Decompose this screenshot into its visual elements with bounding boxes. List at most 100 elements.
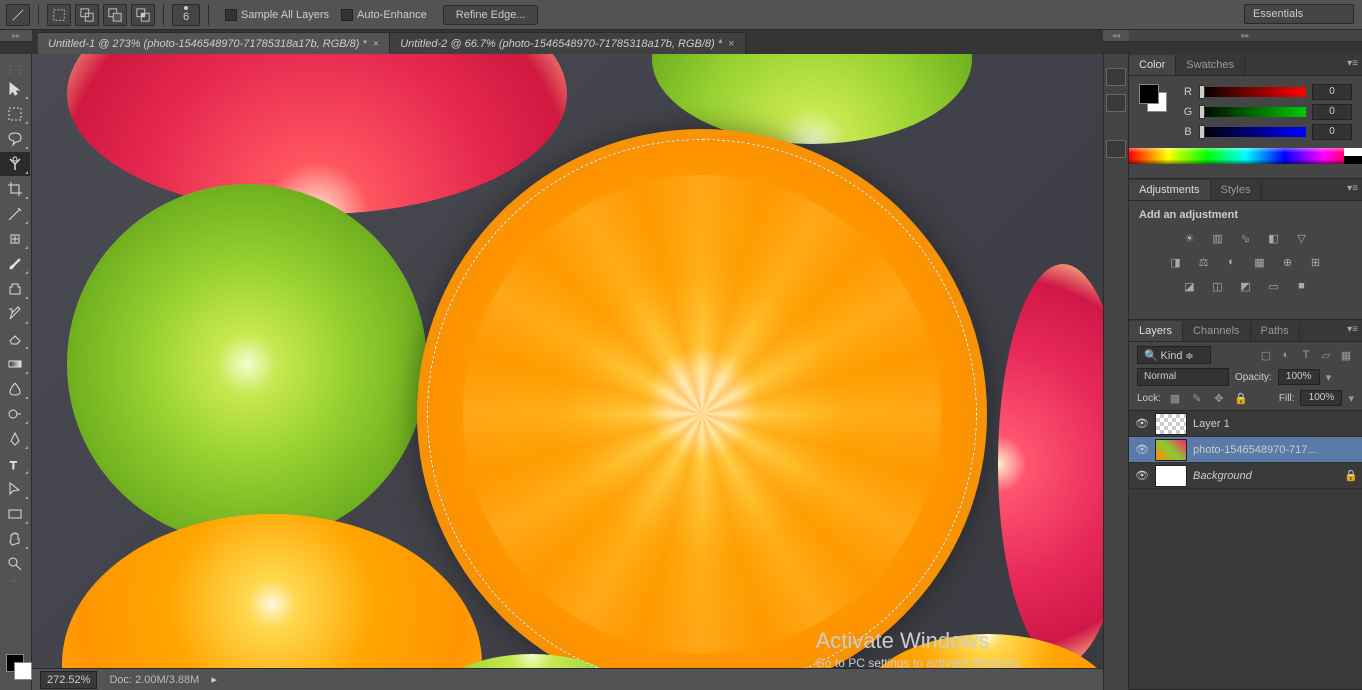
close-tab-icon[interactable]: ×	[373, 38, 379, 50]
color-balance-icon[interactable]: ⚖	[1194, 253, 1214, 271]
dodge-tool[interactable]	[0, 402, 30, 426]
tab-channels[interactable]: Channels	[1183, 321, 1250, 341]
healing-brush-tool[interactable]	[0, 227, 30, 251]
pen-tool[interactable]	[0, 427, 30, 451]
green-slider[interactable]	[1199, 107, 1306, 117]
lock-image-icon[interactable]: ✎	[1189, 391, 1205, 405]
sample-all-layers-checkbox[interactable]: Sample All Layers	[225, 9, 329, 21]
blur-tool[interactable]	[0, 377, 30, 401]
toolbar-grip[interactable]: ⋮⋮	[0, 66, 30, 74]
threshold-icon[interactable]: ◩	[1236, 277, 1256, 295]
close-tab-icon[interactable]: ×	[728, 38, 734, 50]
opacity-input[interactable]: 100%	[1278, 369, 1320, 385]
rectangle-tool[interactable]	[0, 502, 30, 526]
refine-edge-button[interactable]: Refine Edge...	[443, 5, 539, 25]
hue-saturation-icon[interactable]: ◨	[1166, 253, 1186, 271]
history-brush-tool[interactable]	[0, 302, 30, 326]
visibility-icon[interactable]: 👁	[1135, 417, 1149, 431]
photo-filter-icon[interactable]: ▦	[1250, 253, 1270, 271]
tab-color[interactable]: Color	[1129, 55, 1176, 75]
vibrance-icon[interactable]: ▽	[1292, 229, 1312, 247]
background-color[interactable]	[14, 662, 32, 680]
visibility-icon[interactable]: 👁	[1135, 443, 1149, 457]
tool-preset-picker[interactable]	[6, 4, 30, 26]
canvas[interactable]: Activate Windows Go to PC settings to ac…	[32, 54, 1103, 690]
posterize-icon[interactable]: ◫	[1208, 277, 1228, 295]
filter-adjustment-icon[interactable]: ◐	[1278, 348, 1294, 362]
layer-row[interactable]: 👁 Background 🔒	[1129, 463, 1362, 489]
color-lookup-icon[interactable]: ⊞	[1306, 253, 1326, 271]
brush-tool[interactable]	[0, 252, 30, 276]
panels-expand-handle[interactable]: ▸▸	[1129, 30, 1362, 42]
invert-icon[interactable]: ◪	[1180, 277, 1200, 295]
filter-shape-icon[interactable]: ▱	[1318, 348, 1334, 362]
green-value[interactable]: 0	[1312, 104, 1352, 120]
subtract-selection-icon[interactable]	[103, 4, 127, 26]
black-white-icon[interactable]: ◐	[1222, 253, 1242, 271]
color-spectrum[interactable]	[1129, 148, 1362, 164]
filter-pixel-icon[interactable]: ▢	[1258, 348, 1274, 362]
layer-thumbnail[interactable]	[1155, 413, 1187, 435]
new-selection-icon[interactable]	[47, 4, 71, 26]
visibility-icon[interactable]: 👁	[1135, 469, 1149, 483]
hand-tool[interactable]	[0, 527, 30, 551]
path-selection-tool[interactable]	[0, 477, 30, 501]
filter-type-icon[interactable]: T	[1298, 348, 1314, 362]
tab-paths[interactable]: Paths	[1251, 321, 1300, 341]
document-tab-1[interactable]: Untitled-1 @ 273% (photo-1546548970-7178…	[38, 32, 390, 54]
blue-slider[interactable]	[1199, 127, 1306, 137]
tab-styles[interactable]: Styles	[1211, 180, 1262, 200]
lasso-tool[interactable]	[0, 127, 30, 151]
dock-icon-properties[interactable]	[1106, 94, 1126, 112]
marquee-tool[interactable]	[0, 102, 30, 126]
exposure-icon[interactable]: ◧	[1264, 229, 1284, 247]
dock-icon-history[interactable]	[1106, 68, 1126, 86]
panel-menu-icon[interactable]: ▾≡	[1347, 324, 1358, 335]
auto-enhance-checkbox[interactable]: Auto-Enhance	[341, 9, 427, 21]
layer-filter-kind[interactable]: 🔍 Kind ≑	[1137, 346, 1211, 364]
color-chips[interactable]	[0, 650, 31, 690]
tab-layers[interactable]: Layers	[1129, 321, 1183, 341]
layer-thumbnail[interactable]	[1155, 465, 1187, 487]
toolbar-expand-handle[interactable]: ▸▸	[0, 30, 32, 42]
zoom-tool[interactable]	[0, 552, 30, 576]
brush-size-picker[interactable]: 6	[172, 4, 200, 26]
document-info[interactable]: Doc: 2.00M/3.88M	[109, 674, 199, 686]
color-swatch[interactable]	[1139, 84, 1167, 112]
crop-tool[interactable]	[0, 177, 30, 201]
lock-position-icon[interactable]: ✥	[1211, 391, 1227, 405]
panel-menu-icon[interactable]: ▾≡	[1347, 58, 1358, 69]
gradient-map-icon[interactable]: ▭	[1264, 277, 1284, 295]
lock-transparency-icon[interactable]: ▩	[1167, 391, 1183, 405]
eraser-tool[interactable]	[0, 327, 30, 351]
red-slider[interactable]	[1199, 87, 1306, 97]
dock-expand-handle[interactable]: ◂◂	[1103, 30, 1129, 42]
fill-input[interactable]: 100%	[1300, 390, 1342, 406]
dock-icon-3d[interactable]	[1106, 140, 1126, 158]
gradient-tool[interactable]	[0, 352, 30, 376]
channel-mixer-icon[interactable]: ⊕	[1278, 253, 1298, 271]
tab-adjustments[interactable]: Adjustments	[1129, 180, 1211, 200]
move-tool[interactable]	[0, 77, 30, 101]
panel-menu-icon[interactable]: ▾≡	[1347, 183, 1358, 194]
tab-swatches[interactable]: Swatches	[1176, 55, 1245, 75]
brightness-contrast-icon[interactable]: ☀	[1180, 229, 1200, 247]
levels-icon[interactable]: ▥	[1208, 229, 1228, 247]
blue-value[interactable]: 0	[1312, 124, 1352, 140]
quick-selection-tool[interactable]	[0, 152, 30, 176]
layer-row[interactable]: 👁 photo-1546548970-717...	[1129, 437, 1362, 463]
type-tool[interactable]: T	[0, 452, 30, 476]
status-arrow-icon[interactable]: ▸	[211, 673, 217, 686]
zoom-level[interactable]: 272.52%	[40, 671, 97, 689]
lock-all-icon[interactable]: 🔒	[1233, 391, 1249, 405]
layer-row[interactable]: 👁 Layer 1	[1129, 411, 1362, 437]
red-value[interactable]: 0	[1312, 84, 1352, 100]
filter-smart-icon[interactable]: ▦	[1338, 348, 1354, 362]
clone-stamp-tool[interactable]	[0, 277, 30, 301]
add-selection-icon[interactable]	[75, 4, 99, 26]
blend-mode-select[interactable]: Normal	[1137, 368, 1229, 386]
intersect-selection-icon[interactable]	[131, 4, 155, 26]
document-tab-2[interactable]: Untitled-2 @ 66.7% (photo-1546548970-717…	[390, 32, 745, 54]
layer-thumbnail[interactable]	[1155, 439, 1187, 461]
eyedropper-tool[interactable]	[0, 202, 30, 226]
